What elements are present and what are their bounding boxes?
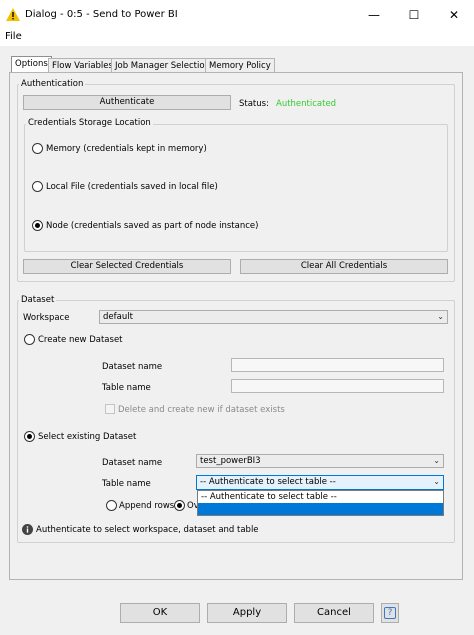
- tab-job-manager-selection[interactable]: Job Manager Selection: [111, 58, 214, 73]
- tab-flow-variables[interactable]: Flow Variables: [48, 58, 117, 73]
- chevron-down-icon: ⌄: [437, 312, 444, 321]
- help-button[interactable]: ?: [381, 603, 399, 623]
- append-rows-label: Append rows: [119, 501, 175, 511]
- existing-table-select[interactable]: -- Authenticate to select table -- ⌄: [196, 475, 444, 490]
- existing-table-name-label: Table name: [102, 479, 151, 489]
- warning-triangle-icon: [6, 8, 20, 21]
- new-table-name-label: Table name: [102, 383, 151, 393]
- new-dataset-name-label: Dataset name: [102, 362, 163, 372]
- radio-node[interactable]: [32, 220, 43, 231]
- cancel-button[interactable]: Cancel: [294, 603, 374, 623]
- tab-memory-policy[interactable]: Memory Policy: [205, 58, 275, 73]
- credentials-storage-legend: Credentials Storage Location: [26, 118, 153, 128]
- chevron-down-icon: ⌄: [433, 456, 440, 465]
- menu-bar: [0, 30, 474, 46]
- new-table-name-input[interactable]: [231, 379, 444, 393]
- new-dataset-name-input[interactable]: [231, 358, 444, 372]
- dataset-legend: Dataset: [19, 295, 57, 305]
- status-value: Authenticated: [276, 99, 337, 109]
- radio-overwrite[interactable]: [174, 500, 185, 511]
- menu-file[interactable]: File: [5, 31, 22, 42]
- existing-dataset-name-label: Dataset name: [102, 458, 163, 468]
- table-dropdown-list: -- Authenticate to select table --: [197, 490, 444, 516]
- tab-options[interactable]: Options: [11, 56, 52, 73]
- radio-node-label: Node (credentials saved as part of node …: [46, 221, 259, 231]
- workspace-select[interactable]: default ⌄: [99, 310, 448, 324]
- delete-create-new-label: Delete and create new if dataset exists: [118, 405, 285, 415]
- question-icon: ?: [384, 607, 396, 619]
- authentication-legend: Authentication: [19, 79, 86, 89]
- existing-dataset-select[interactable]: test_powerBI3 ⌄: [196, 454, 444, 468]
- radio-memory[interactable]: [32, 143, 43, 154]
- radio-local-file[interactable]: [32, 181, 43, 192]
- close-button[interactable]: ✕: [434, 0, 474, 30]
- dropdown-option-highlighted[interactable]: [198, 503, 443, 515]
- ok-button[interactable]: OK: [120, 603, 200, 623]
- window-title: Dialog - 0:5 - Send to Power BI: [25, 9, 178, 20]
- radio-append-rows[interactable]: [106, 500, 117, 511]
- existing-dataset-value: test_powerBI3: [200, 456, 261, 466]
- radio-select-existing-dataset[interactable]: [24, 431, 35, 442]
- status-label: Status:: [239, 99, 269, 109]
- radio-local-file-label: Local File (credentials saved in local f…: [46, 182, 218, 192]
- create-new-dataset-label: Create new Dataset: [38, 335, 123, 345]
- existing-table-value: -- Authenticate to select table --: [200, 477, 336, 487]
- authenticate-button[interactable]: Authenticate: [23, 95, 231, 110]
- clear-all-credentials-button[interactable]: Clear All Credentials: [240, 259, 448, 274]
- radio-memory-label: Memory (credentials kept in memory): [46, 144, 207, 154]
- radio-create-new-dataset[interactable]: [24, 334, 35, 345]
- dropdown-option[interactable]: -- Authenticate to select table --: [201, 492, 337, 502]
- workspace-label: Workspace: [23, 313, 70, 323]
- minimize-button[interactable]: —: [354, 0, 394, 30]
- apply-button[interactable]: Apply: [207, 603, 287, 623]
- info-icon: [22, 524, 33, 535]
- delete-create-new-checkbox[interactable]: [105, 404, 115, 414]
- info-text: Authenticate to select workspace, datase…: [36, 525, 259, 535]
- clear-selected-credentials-button[interactable]: Clear Selected Credentials: [23, 259, 231, 274]
- maximize-button[interactable]: ☐: [394, 0, 434, 30]
- chevron-down-icon: ⌄: [433, 477, 440, 486]
- workspace-value: default: [103, 312, 133, 322]
- select-existing-dataset-label: Select existing Dataset: [38, 432, 137, 442]
